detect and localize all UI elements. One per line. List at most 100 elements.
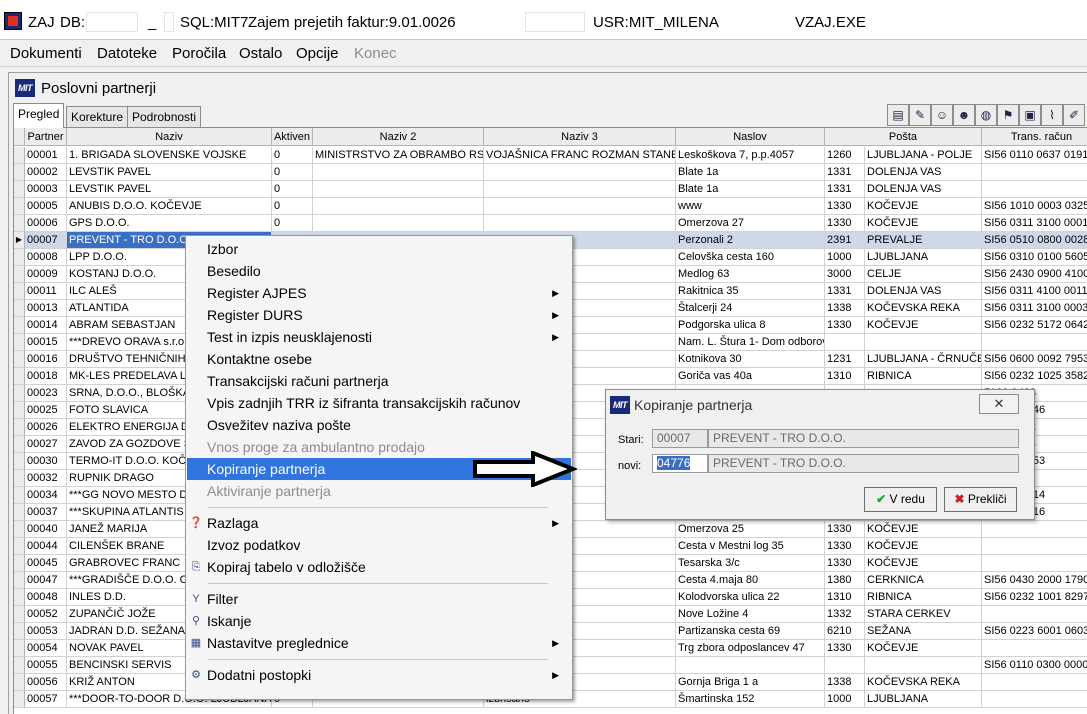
- cell-partner[interactable]: 00011: [25, 283, 67, 300]
- cell-trr[interactable]: SI56 0311 4100 0011: [982, 283, 1087, 300]
- row-indicator[interactable]: [14, 606, 25, 623]
- cell-trr[interactable]: SI56 0232 1025 3582: [982, 368, 1087, 385]
- cell-posta[interactable]: DOLENJA VAS: [865, 164, 982, 181]
- menu-dokumenti[interactable]: Dokumenti: [10, 45, 82, 62]
- novi-code-input[interactable]: 04776: [652, 454, 708, 473]
- cell-trr[interactable]: SI56 1010 0003 0325: [982, 198, 1087, 215]
- cell-posta-st[interactable]: 1330: [825, 538, 865, 555]
- tab-korekture[interactable]: Korekture: [66, 106, 129, 127]
- cell-partner[interactable]: 00013: [25, 300, 67, 317]
- cell-aktiven[interactable]: 0: [272, 164, 313, 181]
- column-header-naziv[interactable]: Naziv: [67, 128, 272, 146]
- cell-posta[interactable]: KOČEVJE: [865, 640, 982, 657]
- cell-trr[interactable]: SI56 0311 3100 0001: [982, 215, 1087, 232]
- menu-datoteke[interactable]: Datoteke: [97, 45, 157, 62]
- table-row[interactable]: 00005 ANUBIS D.O.O. KOČEVJE 0 www 1330 KOČEVJ…: [14, 198, 1087, 215]
- menu-item-vpis-zadnjih-trr-iz-sifranta-transakcijskih-racunov[interactable]: Vpis zadnjih TRR iz šifranta transakcijs…: [187, 392, 571, 414]
- cell-trr[interactable]: [982, 164, 1087, 181]
- cell-partner[interactable]: 00005: [25, 198, 67, 215]
- menu-item-filter[interactable]: Y Filter: [187, 588, 571, 610]
- cell-naziv[interactable]: 1. BRIGADA SLOVENSKE VOJSKE: [67, 147, 272, 164]
- cell-partner[interactable]: 00048: [25, 589, 67, 606]
- cell-posta-st[interactable]: 1231: [825, 351, 865, 368]
- cell-naslov[interactable]: Partizanska cesta 69: [676, 623, 825, 640]
- cell-posta[interactable]: RIBNICA: [865, 368, 982, 385]
- row-indicator[interactable]: [14, 283, 25, 300]
- menu-item-register-ajpes[interactable]: Register AJPES ▶: [187, 282, 571, 304]
- cell-trr[interactable]: [982, 674, 1087, 691]
- cell-partner[interactable]: 00016: [25, 351, 67, 368]
- cell-trr[interactable]: SI56 0110 0637 0191: [982, 147, 1087, 164]
- menu-porocila[interactable]: Poročila: [172, 45, 226, 62]
- menu-item-kontaktne-osebe[interactable]: Kontaktne osebe: [187, 348, 571, 370]
- cell-naslov[interactable]: Blate 1a: [676, 181, 825, 198]
- cell-naslov[interactable]: Trg zbora odposlancev 47: [676, 640, 825, 657]
- table-row[interactable]: 00002 LEVSTIK PAVEL 0 Blate 1a 1331 DOLENJA V…: [14, 164, 1087, 181]
- menu-item-izbor[interactable]: Izbor: [187, 238, 571, 260]
- cell-posta[interactable]: CELJE: [865, 266, 982, 283]
- row-indicator[interactable]: ▶: [14, 232, 25, 249]
- table-row[interactable]: 00001 1. BRIGADA SLOVENSKE VOJSKE 0 MINISTR…: [14, 147, 1087, 164]
- cell-naziv3[interactable]: [484, 215, 676, 232]
- cell-partner[interactable]: 00003: [25, 181, 67, 198]
- cell-posta[interactable]: STARA CERKEV: [865, 606, 982, 623]
- cell-posta[interactable]: CERKNICA: [865, 572, 982, 589]
- row-indicator[interactable]: [14, 317, 25, 334]
- cell-posta-st[interactable]: 1330: [825, 555, 865, 572]
- cell-naslov[interactable]: www: [676, 198, 825, 215]
- cell-naziv2[interactable]: [313, 181, 484, 198]
- cell-naslov[interactable]: Cesta v Mestni log 35: [676, 538, 825, 555]
- cell-partner[interactable]: 00047: [25, 572, 67, 589]
- cell-naslov[interactable]: Šmartinska 152: [676, 691, 825, 708]
- cell-trr[interactable]: SI56 0311 3100 0003: [982, 300, 1087, 317]
- cell-naslov[interactable]: Goriča vas 40a: [676, 368, 825, 385]
- cell-posta[interactable]: KOČEVJE: [865, 521, 982, 538]
- cell-naslov[interactable]: Leskoškova 7, p.p.4057: [676, 147, 825, 164]
- cell-posta[interactable]: LJUBLJANA: [865, 249, 982, 266]
- cell-partner[interactable]: 00040: [25, 521, 67, 538]
- cell-naziv2[interactable]: [313, 198, 484, 215]
- menu-item-besedilo[interactable]: Besedilo: [187, 260, 571, 282]
- cell-posta[interactable]: DOLENJA VAS: [865, 283, 982, 300]
- cell-posta[interactable]: KOČEVJE: [865, 555, 982, 572]
- cell-trr[interactable]: SI56 2430 0900 4100: [982, 266, 1087, 283]
- people-group-icon[interactable]: ☻: [953, 104, 975, 126]
- cell-naslov[interactable]: Kolodvorska ulica 22: [676, 589, 825, 606]
- row-indicator[interactable]: [14, 147, 25, 164]
- cell-trr[interactable]: SI56 0600 0092 7953: [982, 351, 1087, 368]
- notepad-icon[interactable]: ▤: [887, 104, 909, 126]
- row-indicator[interactable]: [14, 572, 25, 589]
- column-header-posta[interactable]: Pošta: [825, 128, 982, 146]
- cell-posta-st[interactable]: 1338: [825, 300, 865, 317]
- row-indicator[interactable]: [14, 164, 25, 181]
- cell-trr[interactable]: SI56 0430 2000 1790: [982, 572, 1087, 589]
- cell-aktiven[interactable]: 0: [272, 215, 313, 232]
- row-indicator[interactable]: [14, 266, 25, 283]
- cell-posta-st[interactable]: 1331: [825, 164, 865, 181]
- cell-posta-st[interactable]: 1330: [825, 521, 865, 538]
- row-indicator[interactable]: [14, 623, 25, 640]
- cell-trr[interactable]: [982, 640, 1087, 657]
- cell-partner[interactable]: 00056: [25, 674, 67, 691]
- cell-naslov[interactable]: Celovška cesta 160: [676, 249, 825, 266]
- cell-partner[interactable]: 00034: [25, 487, 67, 504]
- cell-naslov[interactable]: [676, 657, 825, 674]
- row-indicator[interactable]: [14, 368, 25, 385]
- menu-opcije[interactable]: Opcije: [296, 45, 339, 62]
- cell-partner[interactable]: 00030: [25, 453, 67, 470]
- row-indicator[interactable]: [14, 589, 25, 606]
- row-indicator[interactable]: [14, 538, 25, 555]
- row-indicator[interactable]: [14, 436, 25, 453]
- cell-posta-st[interactable]: 1330: [825, 640, 865, 657]
- cell-posta-st[interactable]: 1330: [825, 215, 865, 232]
- cell-posta-st[interactable]: 1260: [825, 147, 865, 164]
- cell-naslov[interactable]: Omerzova 25: [676, 521, 825, 538]
- cell-trr[interactable]: SI56 0223 6001 0603: [982, 623, 1087, 640]
- cell-trr[interactable]: [982, 181, 1087, 198]
- cell-partner[interactable]: 00014: [25, 317, 67, 334]
- row-indicator[interactable]: [14, 351, 25, 368]
- cell-posta[interactable]: LJUBLJANA - POLJE: [865, 147, 982, 164]
- cell-naziv3[interactable]: VOJAŠNICA FRANC ROZMAN STANE: [484, 147, 676, 164]
- edit-icon[interactable]: ✐: [1063, 104, 1085, 126]
- cell-posta-st[interactable]: 2391: [825, 232, 865, 249]
